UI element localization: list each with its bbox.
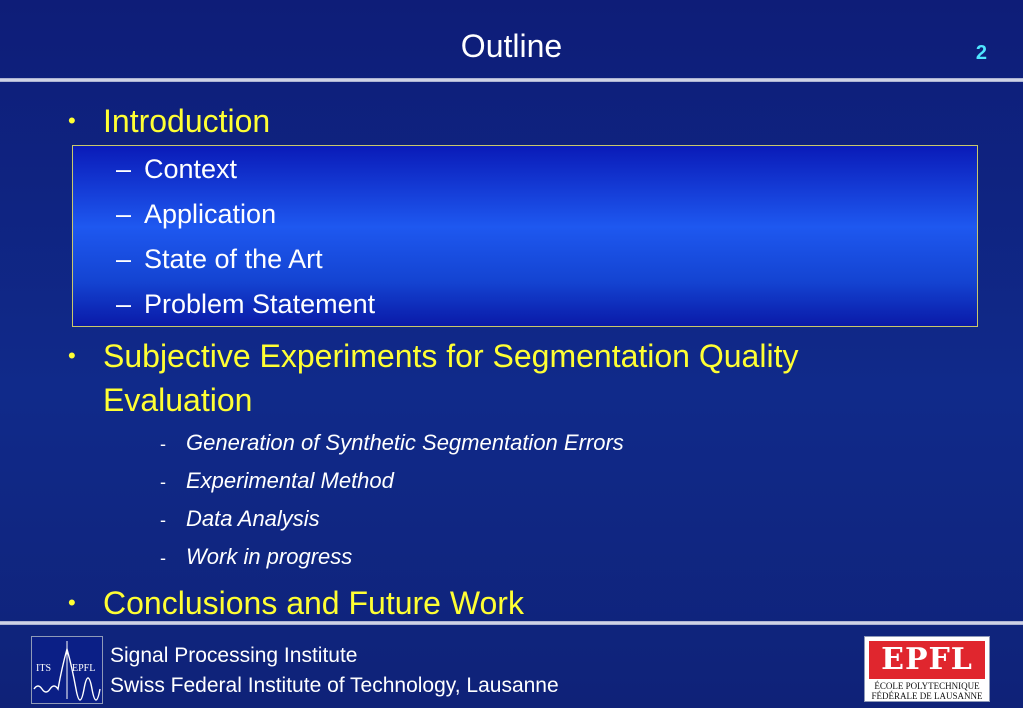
dash: –: [116, 244, 132, 274]
its-logo-right-text: EPFL: [72, 663, 95, 674]
bullet: •: [68, 108, 76, 133]
subitem-label: State of the Art: [144, 244, 323, 274]
section-introduction: • Introduction: [68, 99, 933, 143]
subitem-context: – Context: [116, 152, 237, 186]
epfl-logo-line2: FÉDÉRALE DE LAUSANNE: [871, 691, 983, 701]
its-logo: ITS EPFL: [31, 636, 103, 704]
epfl-logo-word: EPFL: [881, 642, 973, 677]
subitem-work-in-progress: - Work in progress: [160, 543, 352, 572]
subitem-label: Experimental Method: [186, 468, 394, 493]
subitem-label: Work in progress: [186, 544, 353, 569]
bullet: •: [68, 590, 76, 615]
its-logo-left-text: ITS: [36, 663, 51, 674]
footer-line1: Signal Processing Institute: [110, 644, 358, 667]
top-divider: [0, 78, 1023, 82]
subitem-label: Generation of Synthetic Segmentation Err…: [186, 430, 624, 455]
dash: -: [160, 548, 166, 568]
bottom-divider: [0, 621, 1023, 625]
subitem-state-of-the-art: – State of the Art: [116, 242, 323, 276]
page-number: 2: [975, 42, 987, 64]
dash: -: [160, 434, 166, 454]
section-label: Subjective Experiments for Segmentation …: [103, 338, 799, 418]
subitem-label: Problem Statement: [144, 289, 376, 319]
subitem-label: Application: [144, 199, 277, 229]
section-label: Introduction: [103, 103, 271, 139]
epfl-logo-line1: ÉCOLE POLYTECHNIQUE: [874, 681, 980, 691]
subitem-application: – Application: [116, 197, 276, 231]
subitem-experimental-method: - Experimental Method: [160, 467, 394, 496]
section-label: Conclusions and Future Work: [103, 585, 524, 621]
dash: -: [160, 472, 166, 492]
slide-title: Outline: [460, 28, 563, 64]
subitem-problem-statement: – Problem Statement: [116, 287, 375, 321]
footer-line2: Swiss Federal Institute of Technology, L…: [110, 674, 559, 697]
subitem-label: Context: [144, 154, 238, 184]
section-subjective-experiments: • Subjective Experiments for Segmentatio…: [68, 334, 933, 422]
section-conclusions: • Conclusions and Future Work: [68, 581, 933, 625]
dash: –: [116, 154, 132, 184]
subitem-label: Data Analysis: [186, 506, 320, 531]
dash: -: [160, 510, 166, 530]
epfl-logo: EPFL ÉCOLE POLYTECHNIQUE FÉDÉRALE DE LAU…: [864, 636, 990, 702]
bullet: •: [68, 343, 76, 368]
dash: –: [116, 199, 132, 229]
subitem-data-analysis: - Data Analysis: [160, 505, 320, 534]
dash: –: [116, 289, 132, 319]
subitem-synthetic-errors: - Generation of Synthetic Segmentation Er…: [160, 429, 624, 458]
